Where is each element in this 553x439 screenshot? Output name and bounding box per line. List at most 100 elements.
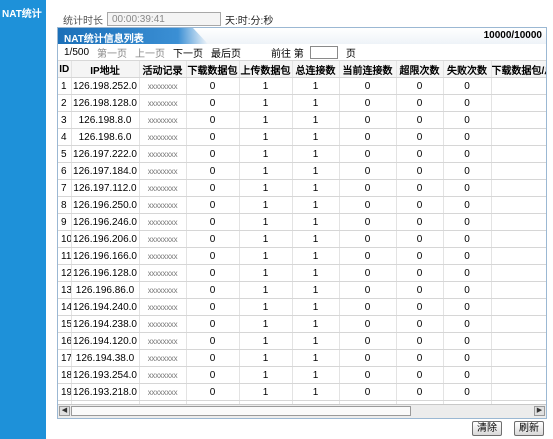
first-page-link[interactable]: 第一页 — [97, 45, 127, 60]
column-header: 失败次数 — [443, 61, 492, 78]
table-cell: 0% — [491, 298, 546, 316]
last-page-link[interactable]: 最后页 — [211, 45, 241, 60]
table-cell: 3 — [58, 111, 72, 129]
table-row[interactable]: 14126.194.240.0xxxxxxxx0110000% — [58, 298, 546, 316]
table-cell: 0 — [186, 383, 240, 401]
table-cell: 0 — [186, 179, 240, 197]
table-cell: 0 — [186, 94, 240, 112]
table-cell: 19 — [58, 383, 72, 401]
table-cell: 0 — [186, 213, 240, 231]
arrow-left-icon[interactable]: ◀ — [59, 406, 70, 416]
table-row[interactable]: 15126.194.238.0xxxxxxxx0110000% — [58, 315, 546, 333]
table-cell: 0 — [339, 213, 397, 231]
table-cell: 0 — [186, 128, 240, 146]
table-row[interactable]: 19126.193.218.0xxxxxxxx0110000% — [58, 383, 546, 401]
table-cell: 1 — [292, 315, 340, 333]
table-row[interactable]: 12126.196.128.0xxxxxxxx0110000% — [58, 264, 546, 282]
table-row[interactable]: 10126.196.206.0xxxxxxxx0110000% — [58, 230, 546, 248]
table-cell: 0 — [443, 281, 492, 299]
table-row[interactable]: 7126.197.112.0xxxxxxxx0110000% — [58, 179, 546, 197]
table-cell: 0 — [339, 179, 397, 197]
table-cell: xxxxxxxx — [139, 332, 187, 350]
table-cell: xxxxxxxx — [139, 298, 187, 316]
table-cell: xxxxxxxx — [139, 264, 187, 282]
table-cell: 126.196.206.0 — [71, 230, 140, 248]
table-cell: 0 — [443, 213, 492, 231]
table-row[interactable]: 4126.198.6.0xxxxxxxx0110000% — [58, 128, 546, 146]
table-cell: xxxxxxxx — [139, 383, 187, 401]
timer-value-field — [107, 12, 221, 26]
table-row[interactable]: 18126.193.254.0xxxxxxxx0110000% — [58, 366, 546, 384]
table-cell: 1 — [292, 332, 340, 350]
nat-table-container[interactable]: ID IP地址 活动记录 下载数据包 上传数据包 总连接数 当前连接数 超限次数… — [58, 61, 546, 404]
scrollbar-thumb[interactable] — [71, 406, 411, 416]
table-row[interactable]: 9126.196.246.0xxxxxxxx0110000% — [58, 213, 546, 231]
table-cell: 0 — [443, 230, 492, 248]
table-cell: 0 — [339, 128, 397, 146]
table-row[interactable]: 13126.196.86.0xxxxxxxx0110000% — [58, 281, 546, 299]
table-row[interactable]: 8126.196.250.0xxxxxxxx0110000% — [58, 196, 546, 214]
table-cell: 1 — [292, 162, 340, 180]
table-cell: 1 — [292, 298, 340, 316]
table-cell: 1 — [292, 213, 340, 231]
table-cell: 5 — [58, 145, 72, 163]
table-cell: 0 — [443, 349, 492, 367]
table-cell: 126.197.222.0 — [71, 145, 140, 163]
clear-button[interactable]: 清除 — [472, 421, 502, 436]
table-cell: 1 — [292, 145, 340, 163]
column-header: 上传数据包 — [239, 61, 293, 78]
next-page-link[interactable]: 下一页 — [173, 45, 203, 60]
table-cell: 126.193.218.0 — [71, 383, 140, 401]
table-cell: 0 — [339, 366, 397, 384]
table-row[interactable]: 17126.194.38.0xxxxxxxx0110000% — [58, 349, 546, 367]
column-header: 活动记录 — [139, 61, 187, 78]
table-cell: 0 — [443, 247, 492, 265]
table-cell: 0 — [186, 230, 240, 248]
refresh-button[interactable]: 刷新 — [514, 421, 544, 436]
table-cell: xxxxxxxx — [139, 230, 187, 248]
table-cell: 0 — [396, 162, 444, 180]
table-cell: 0% — [491, 179, 546, 197]
table-row[interactable]: 1126.198.252.0xxxxxxxx0110000% — [58, 77, 546, 95]
prev-page-link[interactable]: 上一页 — [135, 45, 165, 60]
table-cell: 13 — [58, 281, 72, 299]
table-cell: 0 — [339, 247, 397, 265]
table-cell: 126.198.8.0 — [71, 111, 140, 129]
goto-page-input[interactable] — [309, 46, 338, 59]
table-cell: 0 — [396, 298, 444, 316]
table-row[interactable]: 3126.198.8.0xxxxxxxx0110000% — [58, 111, 546, 129]
table-cell: 1 — [239, 383, 293, 401]
table-cell: xxxxxxxx — [139, 77, 187, 95]
table-cell: 1 — [292, 230, 340, 248]
table-cell: 1 — [239, 213, 293, 231]
goto-label: 前往 第 — [271, 49, 304, 60]
table-cell: 1 — [239, 94, 293, 112]
table-cell: xxxxxxxx — [139, 128, 187, 146]
table-cell: 1 — [239, 162, 293, 180]
table-cell: 1 — [292, 179, 340, 197]
table-row[interactable]: 2126.198.128.0xxxxxxxx0110000% — [58, 94, 546, 112]
column-header: 总连接数 — [292, 61, 340, 78]
arrow-right-icon[interactable]: ▶ — [534, 406, 545, 416]
table-cell: 0 — [339, 111, 397, 129]
table-cell: 1 — [292, 94, 340, 112]
table-cell: 0 — [186, 315, 240, 333]
table-cell: 18 — [58, 366, 72, 384]
table-cell: xxxxxxxx — [139, 196, 187, 214]
table-cell: 0 — [396, 332, 444, 350]
table-cell: 0 — [339, 145, 397, 163]
nat-table: ID IP地址 活动记录 下载数据包 上传数据包 总连接数 当前连接数 超限次数… — [58, 61, 546, 404]
table-cell: 0 — [339, 315, 397, 333]
table-row[interactable]: 5126.197.222.0xxxxxxxx0110000% — [58, 145, 546, 163]
table-row[interactable]: 16126.194.120.0xxxxxxxx0110000% — [58, 332, 546, 350]
table-row[interactable]: 6126.197.184.0xxxxxxxx0110000% — [58, 162, 546, 180]
table-row[interactable]: 11126.196.166.0xxxxxxxx0110000% — [58, 247, 546, 265]
table-cell: 0 — [396, 145, 444, 163]
table-cell: 126.197.112.0 — [71, 179, 140, 197]
horizontal-scrollbar[interactable]: ◀ ▶ — [58, 404, 546, 418]
sidebar-title[interactable]: NAT统计 — [2, 5, 42, 20]
table-cell: 0 — [339, 94, 397, 112]
table-cell: xxxxxxxx — [139, 94, 187, 112]
table-cell: 17 — [58, 349, 72, 367]
table-cell: 0 — [396, 111, 444, 129]
